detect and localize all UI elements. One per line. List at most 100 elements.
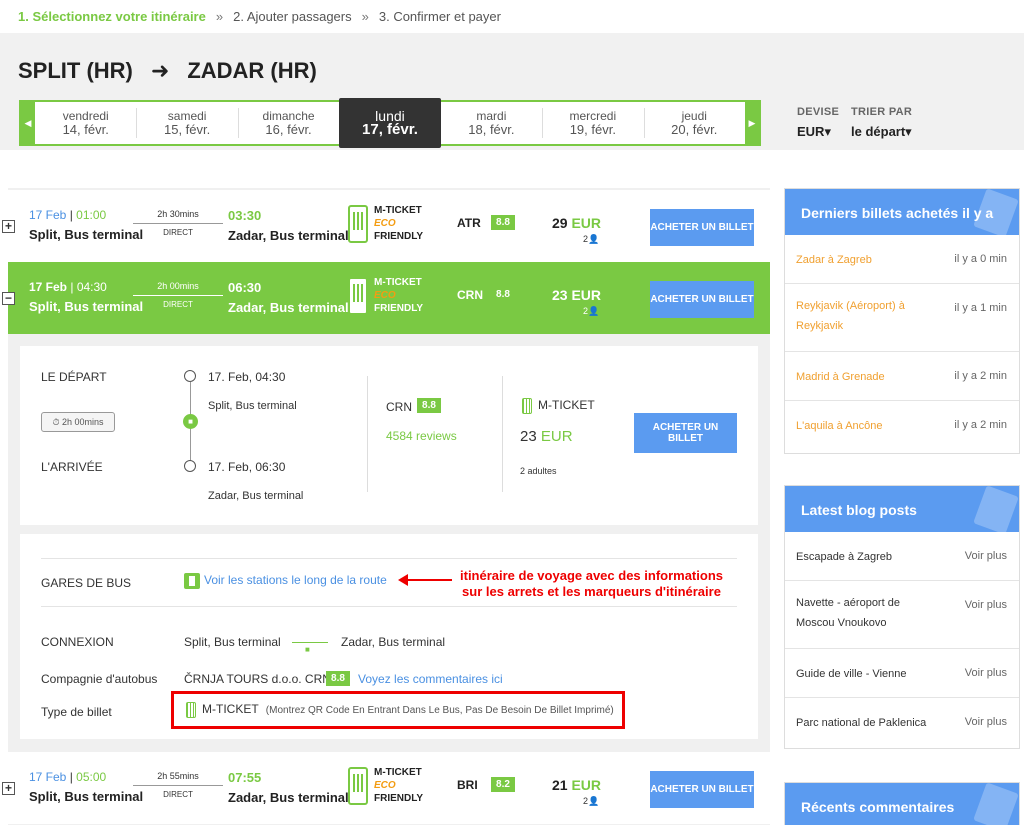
price-currency: EUR [571, 777, 602, 793]
arrow-left-icon [398, 574, 408, 586]
recent-tickets-widget: Derniers billets achetés il y a Zadar à … [784, 188, 1020, 454]
blog-title[interactable]: Navette - aéroport de Moscou Vnoukovo [796, 593, 936, 633]
mticket-text: M-TICKET ECO FRIENDLY [374, 766, 423, 805]
reviews-link[interactable]: Voyez les commentaires ici [358, 672, 503, 686]
arrival-label: L'ARRIVÉE [41, 460, 103, 474]
recent-route[interactable]: Reykjavik (Aéroport) à Reykjavik [796, 296, 926, 336]
mticket-text: M-TICKET ECO FRIENDLY [374, 204, 423, 243]
recent-ticket-item[interactable]: Madrid à Grenade il y a 2 min [785, 352, 1019, 401]
trip-duration-value: 2h 55mins [157, 771, 199, 781]
mticket-text: M-TICKET ECO FRIENDLY [374, 276, 423, 315]
bus-icon: ■ [305, 645, 310, 654]
mobile-phone-icon [348, 276, 368, 315]
trip-company: CRN [457, 288, 483, 302]
trip-row[interactable]: + 17 Feb | 01:00 Split, Bus terminal 2h … [2, 190, 770, 262]
ticket-type-value: M-TICKET (Montrez QR Code En Entrant Dan… [186, 702, 614, 718]
date-option[interactable]: mercredi 19, févr. [542, 102, 643, 144]
recent-route[interactable]: Zadar à Zagreb [796, 250, 872, 270]
date-next-button[interactable]: ▶ [744, 102, 759, 144]
detail-mticket: M-TICKET [522, 398, 595, 414]
date-prev-button[interactable]: ◀ [21, 102, 35, 144]
detail-company: CRN [386, 400, 412, 414]
blog-post-item[interactable]: Parc national de Paklenica Voir plus [785, 698, 1019, 748]
widget-title: Latest blog posts [785, 486, 1019, 532]
trip-to: Zadar, Bus terminal [228, 228, 349, 243]
date-option[interactable]: jeudi 20, févr. [643, 102, 745, 144]
trip-arr-time: 03:30 [228, 208, 262, 223]
date-option[interactable]: vendredi 14, févr. [35, 102, 136, 144]
currency-select[interactable]: DEVISE EUR▾ [797, 106, 839, 140]
reviews-link[interactable]: 4584 reviews [386, 429, 457, 443]
trip-company: ATR [457, 216, 481, 230]
read-more-link[interactable]: Voir plus [965, 667, 1007, 679]
blog-title[interactable]: Guide de ville - Vienne [796, 664, 906, 684]
trip-sep: | [66, 208, 77, 222]
blog-post-item[interactable]: Guide de ville - Vienne Voir plus [785, 649, 1019, 698]
trip-detail-panel: LE DÉPART ⏱ 2h 00mins L'ARRIVÉE ■ 17. Fe… [20, 346, 758, 525]
duration-badge: ⏱ 2h 00mins [41, 412, 115, 432]
currency-label: DEVISE [797, 106, 840, 118]
buy-ticket-button[interactable]: ACHETER UN BILLET [650, 771, 754, 808]
trip-price: 29 EUR [552, 215, 601, 231]
timeline-start-dot [184, 370, 196, 382]
date-day: mardi [476, 109, 507, 123]
trip-arrival: 06:30 Zadar, Bus terminal [228, 280, 349, 315]
widget-title-text: Derniers billets achetés il y a [801, 205, 994, 221]
date-option[interactable]: mardi 18, févr. [441, 102, 542, 144]
mobile-phone-icon [186, 702, 196, 718]
trip-company: BRI [457, 778, 478, 792]
trip-duration: 2h 30mins DIRECT [133, 209, 223, 237]
mticket-line2: ECO [374, 780, 396, 791]
buy-ticket-button[interactable]: ACHETER UN BILLET [634, 413, 737, 453]
trip-arr-time: 06:30 [228, 280, 262, 295]
buy-ticket-button[interactable]: ACHETER UN BILLET [650, 209, 754, 246]
collapse-toggle[interactable]: − [2, 292, 15, 305]
trip-from: Split, Bus terminal [29, 299, 144, 314]
recent-ticket-item[interactable]: Reykjavik (Aéroport) à Reykjavik il y a 1… [785, 284, 1019, 352]
read-more-link[interactable]: Voir plus [965, 599, 1007, 611]
trip-departure: 17 Feb | 05:00 Split, Bus terminal [29, 770, 143, 804]
mticket-line2: ECO [374, 218, 396, 229]
read-more-link[interactable]: Voir plus [965, 716, 1007, 728]
expand-toggle[interactable]: + [2, 220, 15, 233]
read-more-link[interactable]: Voir plus [965, 550, 1007, 562]
recent-ticket-item[interactable]: Zadar à Zagreb il y a 0 min [785, 235, 1019, 284]
recent-ticket-item[interactable]: L'aquila à Ancône il y a 2 min [785, 401, 1019, 453]
date-date: 15, févr. [164, 122, 211, 137]
buy-ticket-button[interactable]: ACHETER UN BILLET [650, 281, 754, 318]
comments-widget: Récents commentaires [784, 782, 1020, 825]
expand-toggle[interactable]: + [2, 782, 15, 795]
detail-mticket-label: M-TICKET [538, 398, 595, 413]
mticket-line1: M-TICKET [374, 767, 422, 778]
breadcrumb-step-1[interactable]: 1. Sélectionnez votre itinéraire [18, 9, 206, 24]
trip-row[interactable]: + 17 Feb | 05:00 Split, Bus terminal 2h … [2, 752, 770, 824]
stations-link[interactable]: Voir les stations le long de la route [184, 573, 387, 589]
blog-title[interactable]: Escapade à Zagreb [796, 547, 892, 567]
trip-date: 17 Feb [29, 280, 68, 294]
currency-value[interactable]: EUR▾ [797, 124, 839, 140]
rating-badge: 8.8 [417, 398, 441, 413]
annotation-line1: itinéraire de voyage avec des informatio… [460, 568, 723, 583]
trip-to: Zadar, Bus terminal [228, 300, 349, 315]
date-date: 16, févr. [265, 122, 312, 137]
date-option-selected[interactable]: lundi 17, févr. [339, 98, 441, 148]
passenger-icon: 2👤 [583, 306, 600, 316]
mticket-line2: ECO [374, 290, 396, 301]
ticket-type-label: Type de billet [41, 705, 112, 719]
widget-title: Derniers billets achetés il y a [785, 189, 1019, 235]
blog-post-item[interactable]: Navette - aéroport de Moscou Vnoukovo Voi… [785, 581, 1019, 649]
sort-value[interactable]: le départ▾ [851, 124, 912, 140]
date-option[interactable]: samedi 15, févr. [136, 102, 237, 144]
route-title: SPLIT (HR) ➜ ZADAR (HR) [18, 58, 317, 84]
recent-route[interactable]: L'aquila à Ancône [796, 416, 883, 436]
trip-date: 17 Feb [29, 770, 67, 784]
price-value: 21 [552, 777, 568, 793]
date-option[interactable]: dimanche 16, févr. [237, 102, 339, 144]
blog-post-item[interactable]: Escapade à Zagreb Voir plus [785, 532, 1019, 581]
date-date: 20, févr. [671, 122, 718, 137]
trip-row-selected[interactable]: − 17 Feb | 04:30 Split, Bus terminal 2h … [2, 262, 770, 334]
recent-route[interactable]: Madrid à Grenade [796, 367, 885, 387]
sort-select[interactable]: TRIER PAR le départ▾ [851, 106, 912, 140]
blog-title[interactable]: Parc national de Paklenica [796, 713, 926, 733]
stations-link-text[interactable]: Voir les stations le long de la route [204, 573, 387, 587]
